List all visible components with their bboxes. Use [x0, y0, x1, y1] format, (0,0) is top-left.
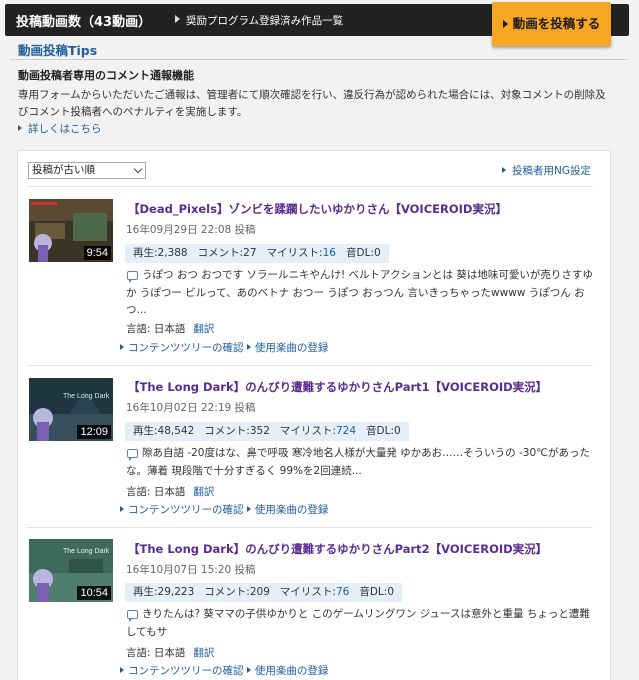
program-subtitle: 奨励プログラム登録済み作品一覧: [186, 15, 344, 27]
video-thumbnail[interactable]: 9:54: [29, 199, 113, 262]
video-title-link[interactable]: 【The Long Dark】のんびり遭難するゆかりさんPart2【VOICER…: [128, 541, 547, 557]
chevron-right-icon: [502, 19, 508, 28]
comment-count: コメント:27: [197, 247, 257, 259]
sound-dl-count: 音DL:0: [345, 247, 381, 259]
latest-comments: うぽつ おつ おつです ソラールニキやんけ! ベルトアクションとは 葵は地味可愛…: [126, 269, 593, 316]
chevron-right-icon: [175, 15, 180, 23]
content-tree-link[interactable]: コンテンツツリーの確認: [128, 665, 244, 677]
language-row: 言語: 日本語 翻訳: [126, 645, 214, 660]
view-count: 再生:48,542: [133, 425, 195, 437]
video-links: コンテンツツリーの確認 使用楽曲の登録: [120, 663, 328, 678]
duration-badge: 12:09: [77, 425, 111, 439]
chevron-right-icon: [246, 506, 251, 512]
video-thumbnail[interactable]: The Long Dark 12:09: [29, 378, 113, 441]
mylist-count[interactable]: 724: [336, 425, 356, 437]
view-count: 再生:2,388: [133, 247, 188, 259]
latest-comments: 隙あ自語 -20度はな、鼻で呼吸 寒冷地名人様が大量発 ゆかあお……そういうの …: [126, 447, 590, 477]
ng-settings-label: 投稿者用NG設定: [512, 165, 591, 177]
divider: [27, 527, 593, 528]
chevron-down-icon: [133, 164, 143, 174]
mylist-count[interactable]: 76: [336, 586, 349, 598]
chevron-right-icon: [120, 506, 124, 512]
language-value: 日本語: [153, 323, 186, 335]
comment-count: コメント:352: [204, 425, 270, 437]
video-stats: 再生:48,542 コメント:352 マイリスト:724 音DL:0: [125, 422, 409, 441]
tips-heading: 動画投稿者専用のコメント通報機能: [18, 69, 194, 82]
language-value: 日本語: [153, 647, 186, 659]
video-stats: 再生:2,388 コメント:27 マイリスト:16 音DL:0: [125, 244, 389, 263]
music-register-link[interactable]: 使用楽曲の登録: [255, 504, 329, 516]
post-date: 16年10月02日 22:19 投稿: [126, 402, 256, 414]
content-tree-link[interactable]: コンテンツツリーの確認: [128, 504, 244, 516]
svg-text:The Long Dark: The Long Dark: [63, 393, 110, 400]
language-row: 言語: 日本語 翻訳: [126, 321, 214, 336]
video-count-title: 投稿動画数（43動画）: [16, 15, 152, 30]
divider: [27, 365, 593, 366]
language-label: 言語:: [126, 486, 154, 498]
tips-title: 動画投稿Tips: [18, 43, 98, 58]
sound-dl-count: 音DL:0: [366, 425, 401, 437]
sort-select-value: 投稿が古い順: [32, 164, 95, 176]
sound-dl-count: 音DL:0: [359, 586, 394, 598]
video-title-link[interactable]: 【Dead_Pixels】ゾンビを蹂躙したいゆかりさん【VOICEROID実況】: [128, 201, 507, 217]
video-stats: 再生:29,223 コメント:209 マイリスト:76 音DL:0: [125, 583, 402, 602]
mylist-label: マイリスト:: [279, 425, 336, 437]
chevron-right-icon: [120, 344, 124, 350]
ng-settings-link[interactable]: 投稿者用NG設定: [502, 163, 591, 178]
translate-link[interactable]: 翻訳: [193, 647, 214, 659]
chevron-right-icon: [246, 344, 251, 350]
language-label: 言語:: [126, 323, 154, 335]
chevron-right-icon: [502, 167, 506, 173]
music-register-link[interactable]: 使用楽曲の登録: [255, 665, 329, 677]
post-video-button[interactable]: 動画を投稿する: [492, 2, 611, 46]
duration-badge: 10:54: [77, 586, 111, 600]
chevron-right-icon: [246, 667, 251, 673]
details-link-label: 詳しくはこちら: [28, 123, 102, 135]
details-link[interactable]: 詳しくはこちら: [18, 121, 102, 136]
chevron-right-icon: [18, 125, 22, 131]
post-date: 16年09月29日 22:08 投稿: [126, 224, 256, 236]
post-video-label: 動画を投稿する: [512, 16, 601, 31]
svg-text:The Long Dark: The Long Dark: [63, 548, 110, 555]
translate-link[interactable]: 翻訳: [193, 486, 214, 498]
chevron-right-icon: [120, 667, 124, 673]
sort-select[interactable]: 投稿が古い順: [28, 162, 146, 179]
content-tree-link[interactable]: コンテンツツリーの確認: [128, 342, 244, 354]
mylist-count[interactable]: 16: [323, 247, 336, 259]
language-row: 言語: 日本語 翻訳: [126, 484, 214, 499]
mylist-label: マイリスト:: [279, 586, 336, 598]
music-register-link[interactable]: 使用楽曲の登録: [255, 342, 329, 354]
duration-badge: 9:54: [83, 246, 111, 260]
video-title-link[interactable]: 【The Long Dark】のんびり遭難するゆかりさんPart1【VOICER…: [128, 379, 547, 395]
video-links: コンテンツツリーの確認 使用楽曲の登録: [120, 502, 328, 517]
comment-count: コメント:209: [204, 586, 270, 598]
language-label: 言語:: [126, 647, 154, 659]
video-thumbnail[interactable]: The Long Dark 10:54: [29, 539, 113, 602]
video-links: コンテンツツリーの確認 使用楽曲の登録: [120, 340, 328, 355]
divider: [10, 59, 628, 60]
translate-link[interactable]: 翻訳: [193, 323, 214, 335]
view-count: 再生:29,223: [133, 586, 195, 598]
tips-body: 専用フォームからいただいたご通報は、管理者にて順次確認を行い、違反行為が認められ…: [18, 89, 606, 118]
post-date: 16年10月07日 15:20 投稿: [126, 564, 256, 576]
latest-comments: きりたんは? 葵ママの子供ゆかりと このゲームリングワン ジュースは意外と重量 …: [126, 608, 590, 638]
language-value: 日本語: [153, 486, 186, 498]
mylist-label: マイリスト:: [266, 247, 323, 259]
divider: [27, 186, 593, 187]
